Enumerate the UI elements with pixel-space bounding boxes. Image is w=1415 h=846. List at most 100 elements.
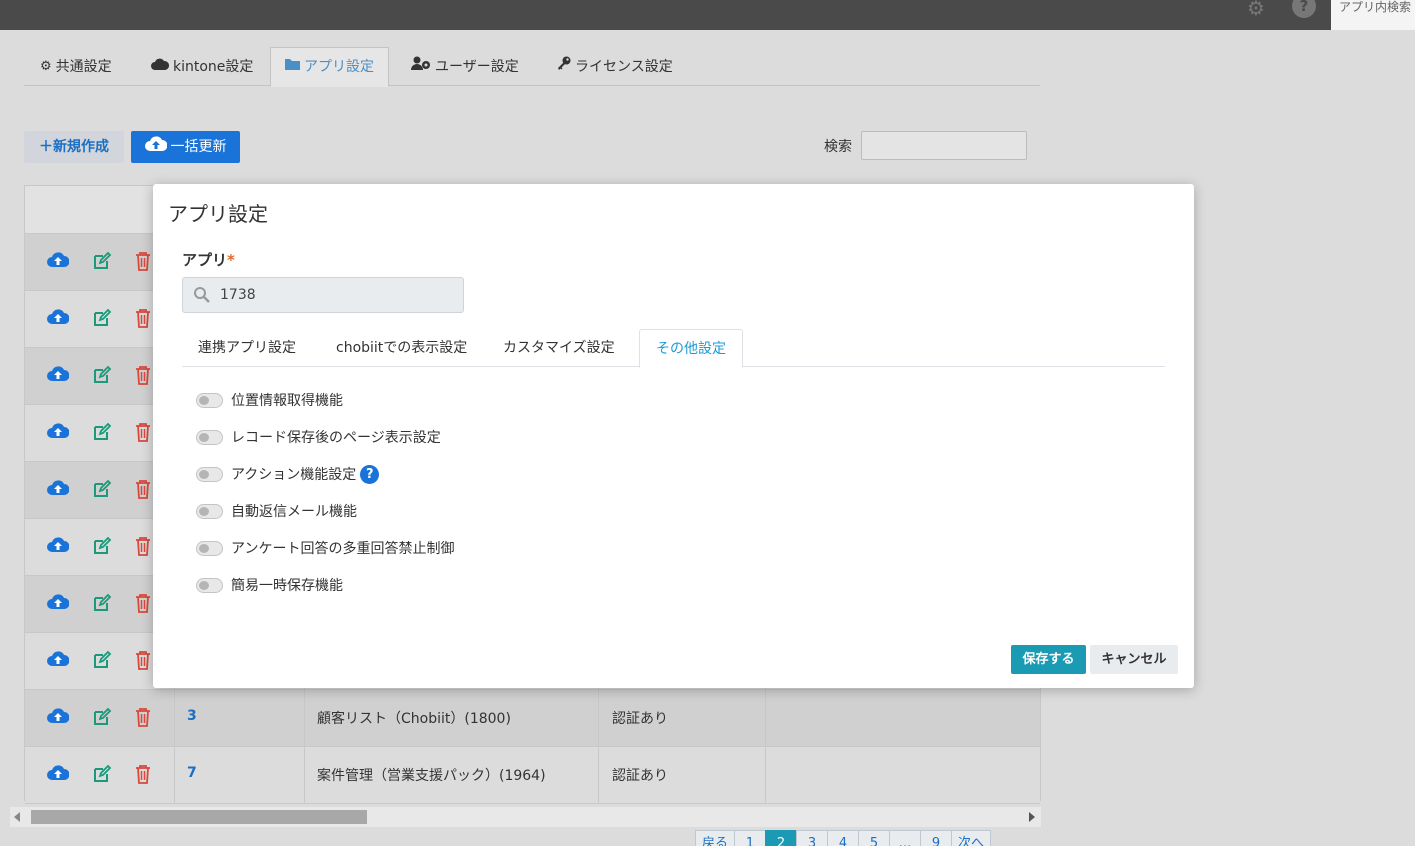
required-mark: *: [227, 251, 235, 269]
auth-cell: 認証あり: [612, 711, 668, 727]
app-search-input[interactable]: アプリ内検索: [1331, 0, 1415, 30]
column-divider: [304, 747, 305, 803]
toggle-switch[interactable]: [196, 392, 223, 408]
column-divider: [304, 690, 305, 746]
trash-icon[interactable]: [132, 422, 154, 444]
gear-icon: ⚙: [40, 58, 52, 74]
trash-icon[interactable]: [132, 365, 154, 387]
app-select-input[interactable]: 1738: [182, 277, 464, 313]
scroll-right-arrow-icon[interactable]: [1029, 812, 1035, 822]
toggle-switch[interactable]: [196, 540, 223, 556]
edit-icon[interactable]: [91, 308, 113, 330]
tab-label: ユーザー設定: [435, 58, 519, 75]
cancel-button[interactable]: キャンセル: [1090, 645, 1178, 674]
page-button[interactable]: 5: [858, 830, 891, 846]
bulk-update-button[interactable]: 一括更新: [131, 131, 240, 163]
tab-customize-settings[interactable]: カスタマイズ設定: [487, 329, 631, 367]
tab-label: kintone設定: [173, 58, 254, 75]
search-label: 検索: [824, 139, 852, 155]
edit-icon[interactable]: [91, 707, 113, 729]
help-icon[interactable]: ?: [1292, 0, 1316, 18]
option-row: 位置情報取得機能: [196, 390, 343, 410]
edit-icon[interactable]: [91, 479, 113, 501]
trash-icon[interactable]: [132, 251, 154, 273]
toggle-switch[interactable]: [196, 577, 223, 593]
page-button[interactable]: 3: [796, 830, 829, 846]
option-label: アンケート回答の多重回答禁止制御: [231, 541, 455, 557]
cloud-upload-icon[interactable]: [47, 365, 70, 387]
option-label: アクション機能設定: [231, 467, 357, 483]
cloud-upload-icon[interactable]: [47, 251, 70, 273]
plus-icon: ＋: [39, 139, 53, 155]
search-input[interactable]: [861, 131, 1027, 160]
edit-icon[interactable]: [91, 536, 113, 558]
trash-icon[interactable]: [132, 650, 154, 672]
edit-icon[interactable]: [91, 764, 113, 786]
cloud-upload-icon[interactable]: [47, 308, 70, 330]
main-tabs: ⚙ 共通設定 kintone設定 アプリ設定 ユーザー設定 ライセンス設定: [24, 47, 1040, 87]
gear-icon[interactable]: ⚙: [1243, 0, 1269, 18]
app-name-cell: 案件管理（営業支援パック）(1964): [317, 768, 546, 784]
edit-icon[interactable]: [91, 251, 113, 273]
tab-common-settings[interactable]: ⚙ 共通設定: [40, 47, 112, 86]
help-icon[interactable]: ?: [360, 464, 380, 484]
app-settings-modal: アプリ設定 アプリ* 1738 連携アプリ設定 chobiitでの表示設定 カス…: [153, 184, 1194, 688]
tab-label: ライセンス設定: [575, 58, 673, 75]
modal-tabs: 連携アプリ設定 chobiitでの表示設定 カスタマイズ設定 その他設定: [182, 329, 1165, 368]
edit-icon[interactable]: [91, 593, 113, 615]
tab-linked-app-settings[interactable]: 連携アプリ設定: [182, 329, 312, 367]
save-button[interactable]: 保存する: [1011, 645, 1086, 674]
option-row: アンケート回答の多重回答禁止制御: [196, 538, 454, 558]
page-button[interactable]: 9: [920, 830, 953, 846]
scrollbar-thumb[interactable]: [31, 810, 367, 824]
page-button[interactable]: 戻る: [695, 830, 736, 846]
edit-icon[interactable]: [91, 365, 113, 387]
trash-icon[interactable]: [132, 536, 154, 558]
column-divider: [765, 747, 766, 803]
scroll-left-arrow-icon[interactable]: [14, 812, 20, 822]
tab-other-settings[interactable]: その他設定: [639, 329, 743, 368]
horizontal-scrollbar[interactable]: [10, 807, 1041, 827]
tab-label: 共通設定: [55, 58, 112, 75]
tab-app-settings[interactable]: アプリ設定: [270, 47, 389, 87]
app-id-link[interactable]: 3: [187, 708, 197, 724]
option-label: レコード保存後のページ表示設定: [231, 430, 441, 446]
page-button[interactable]: 次へ: [951, 830, 992, 846]
trash-icon[interactable]: [132, 308, 154, 330]
page-button[interactable]: 1: [734, 830, 767, 846]
page-button[interactable]: 2: [765, 830, 798, 846]
column-divider: [174, 747, 175, 803]
search-icon: [194, 287, 210, 303]
tab-label: アプリ設定: [304, 59, 374, 75]
edit-icon[interactable]: [91, 422, 113, 444]
page-button[interactable]: 4: [827, 830, 860, 846]
tab-user-settings[interactable]: ユーザー設定: [411, 47, 519, 86]
column-divider: [598, 747, 599, 803]
new-button[interactable]: ＋新規作成: [24, 131, 124, 163]
option-label: 自動返信メール機能: [231, 504, 357, 520]
app-id-link[interactable]: 7: [187, 765, 197, 781]
cloud-upload-icon[interactable]: [47, 707, 70, 729]
edit-icon[interactable]: [91, 650, 113, 672]
tab-license-settings[interactable]: ライセンス設定: [557, 47, 673, 86]
page-button[interactable]: …: [889, 830, 922, 846]
toggle-switch[interactable]: [196, 466, 223, 482]
option-label: 位置情報取得機能: [231, 393, 343, 409]
trash-icon[interactable]: [132, 764, 154, 786]
option-label: 簡易一時保存機能: [231, 578, 343, 594]
trash-icon[interactable]: [132, 593, 154, 615]
trash-icon[interactable]: [132, 707, 154, 729]
toggle-switch[interactable]: [196, 503, 223, 519]
option-row: アクション機能設定?: [196, 464, 380, 484]
tab-kintone-settings[interactable]: kintone設定: [151, 47, 253, 86]
tab-chobiit-display-settings[interactable]: chobiitでの表示設定: [320, 329, 483, 367]
cloud-upload-icon[interactable]: [47, 536, 70, 558]
trash-icon[interactable]: [132, 479, 154, 501]
cloud-icon: [151, 48, 170, 86]
toggle-switch[interactable]: [196, 429, 223, 445]
cloud-upload-icon[interactable]: [47, 650, 70, 672]
cloud-upload-icon[interactable]: [47, 764, 70, 786]
cloud-upload-icon[interactable]: [47, 422, 70, 444]
cloud-upload-icon[interactable]: [47, 479, 70, 501]
cloud-upload-icon[interactable]: [47, 593, 70, 615]
